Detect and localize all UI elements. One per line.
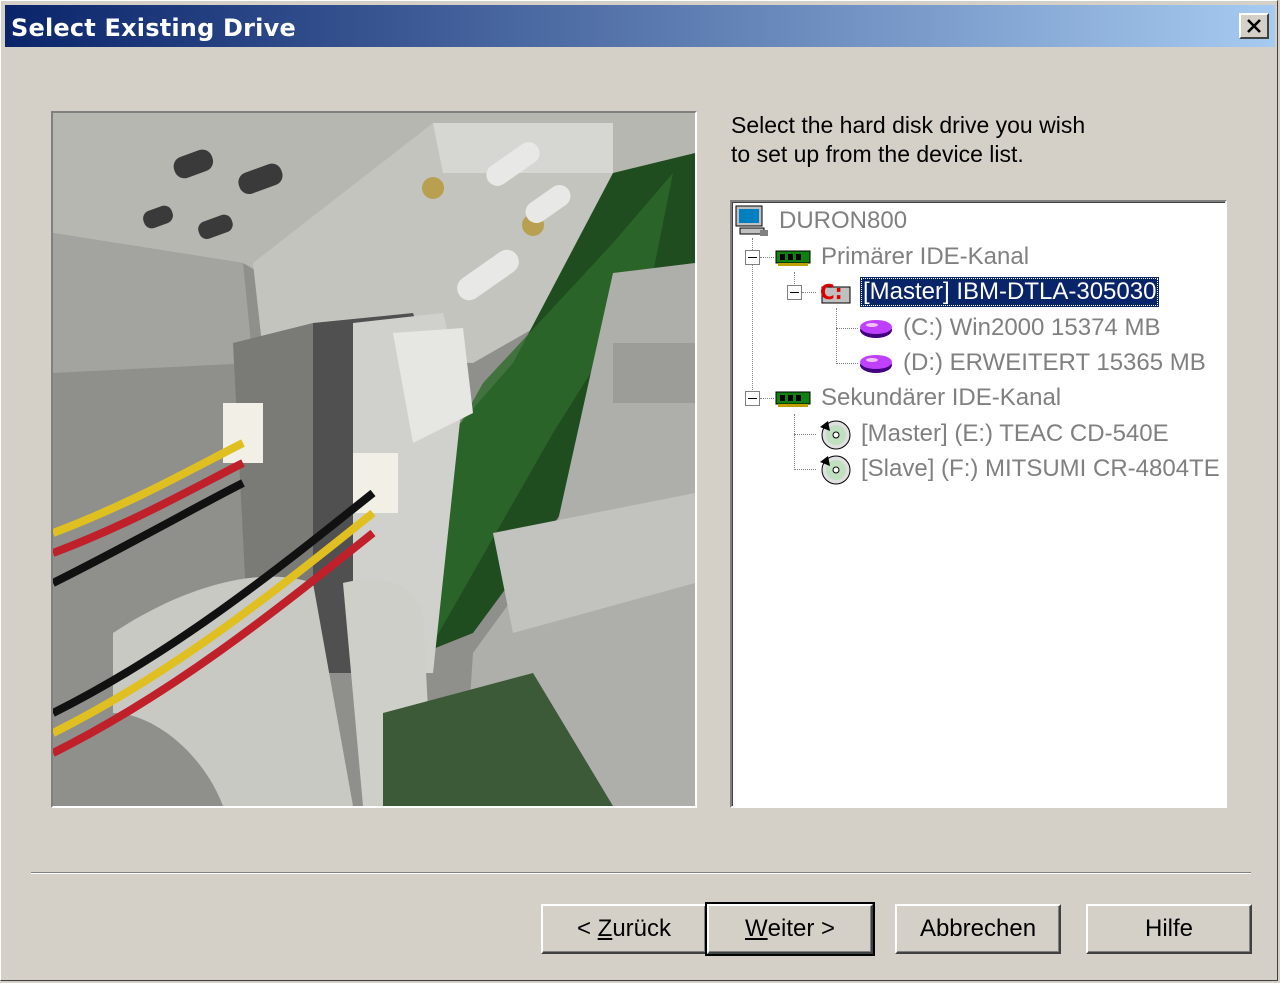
tree-line xyxy=(836,328,858,329)
tree-node-cd-master[interactable]: [Master] (E:) TEAC CD-540E xyxy=(816,417,1172,451)
next-button[interactable]: Weiter > xyxy=(705,902,875,956)
tree-node-primary-master[interactable]: C: [Master] IBM-DTLA-305030 xyxy=(816,275,1160,309)
instructions-text: Select the hard disk drive you wish to s… xyxy=(731,111,1211,169)
cancel-button[interactable]: Abbrechen xyxy=(895,904,1061,954)
next-button-mnemonic: W xyxy=(744,915,768,942)
partition-icon xyxy=(860,320,892,338)
ide-controller-icon xyxy=(775,250,811,266)
tree-line xyxy=(760,398,774,399)
hard-disk-icon: C: xyxy=(820,280,851,304)
back-button[interactable]: < Zurück xyxy=(541,904,707,954)
tree-node-computer[interactable]: DURON800 xyxy=(734,204,910,238)
partition-icon xyxy=(860,355,892,373)
tree-node-label: [Master] IBM-DTLA-305030 xyxy=(860,277,1160,307)
tree-node-partition-d[interactable]: (D:) ERWEITERT 15365 MB xyxy=(858,346,1209,380)
title-bar: Select Existing Drive xyxy=(5,5,1275,47)
pc-interior-illustration xyxy=(53,113,695,806)
back-button-rest: urück xyxy=(612,915,672,942)
tree-line xyxy=(794,434,816,435)
tree-node-label: [Slave] (F:) MITSUMI CR-4804TE xyxy=(861,455,1220,482)
tree-node-cd-slave[interactable]: [Slave] (F:) MITSUMI CR-4804TE xyxy=(816,452,1223,486)
button-separator xyxy=(31,872,1251,874)
back-button-prefix: < xyxy=(576,915,598,942)
tree-node-label: Sekundärer IDE-Kanal xyxy=(821,384,1062,411)
collapse-toggle[interactable] xyxy=(745,391,760,406)
ide-controller-icon xyxy=(775,391,811,407)
close-button[interactable] xyxy=(1239,13,1269,39)
select-existing-drive-dialog: Select Existing Drive Select the hard di… xyxy=(0,0,1278,981)
tree-node-label: [Master] (E:) TEAC CD-540E xyxy=(861,420,1169,447)
collapse-toggle[interactable] xyxy=(745,250,760,265)
tree-line xyxy=(802,292,816,293)
instructions-line-1: Select the hard disk drive you wish xyxy=(731,112,1086,138)
tree-node-primary-ide[interactable]: Primärer IDE-Kanal xyxy=(774,240,1032,274)
computer-icon xyxy=(735,205,768,236)
cd-drive-icon xyxy=(820,455,851,485)
tree-line xyxy=(760,257,774,258)
collapse-toggle[interactable] xyxy=(787,285,802,300)
help-button[interactable]: Hilfe xyxy=(1086,904,1252,954)
tree-line xyxy=(836,363,858,364)
window-title: Select Existing Drive xyxy=(11,14,296,42)
back-button-mnemonic: Z xyxy=(597,915,613,942)
tree-node-label: DURON800 xyxy=(779,207,908,234)
drive-illustration-image xyxy=(51,111,697,808)
tree-node-label: (D:) ERWEITERT 15365 MB xyxy=(903,349,1206,376)
close-icon xyxy=(1247,19,1261,33)
tree-node-label: (C:) Win2000 15374 MB xyxy=(903,314,1161,341)
next-button-rest: eiter > xyxy=(767,915,836,942)
tree-node-label: Primärer IDE-Kanal xyxy=(821,243,1030,270)
cd-drive-icon xyxy=(820,420,851,450)
tree-line xyxy=(794,469,816,470)
svg-text:C:: C: xyxy=(820,280,843,304)
tree-line xyxy=(794,414,795,470)
instructions-line-2: to set up from the device list. xyxy=(731,141,1024,167)
tree-node-secondary-ide[interactable]: Sekundärer IDE-Kanal xyxy=(774,381,1064,415)
tree-node-partition-c[interactable]: (C:) Win2000 15374 MB xyxy=(858,311,1163,345)
tree-line xyxy=(836,308,837,364)
device-tree[interactable]: DURON800 Primärer IDE-Kanal C: [Master] … xyxy=(730,200,1227,808)
